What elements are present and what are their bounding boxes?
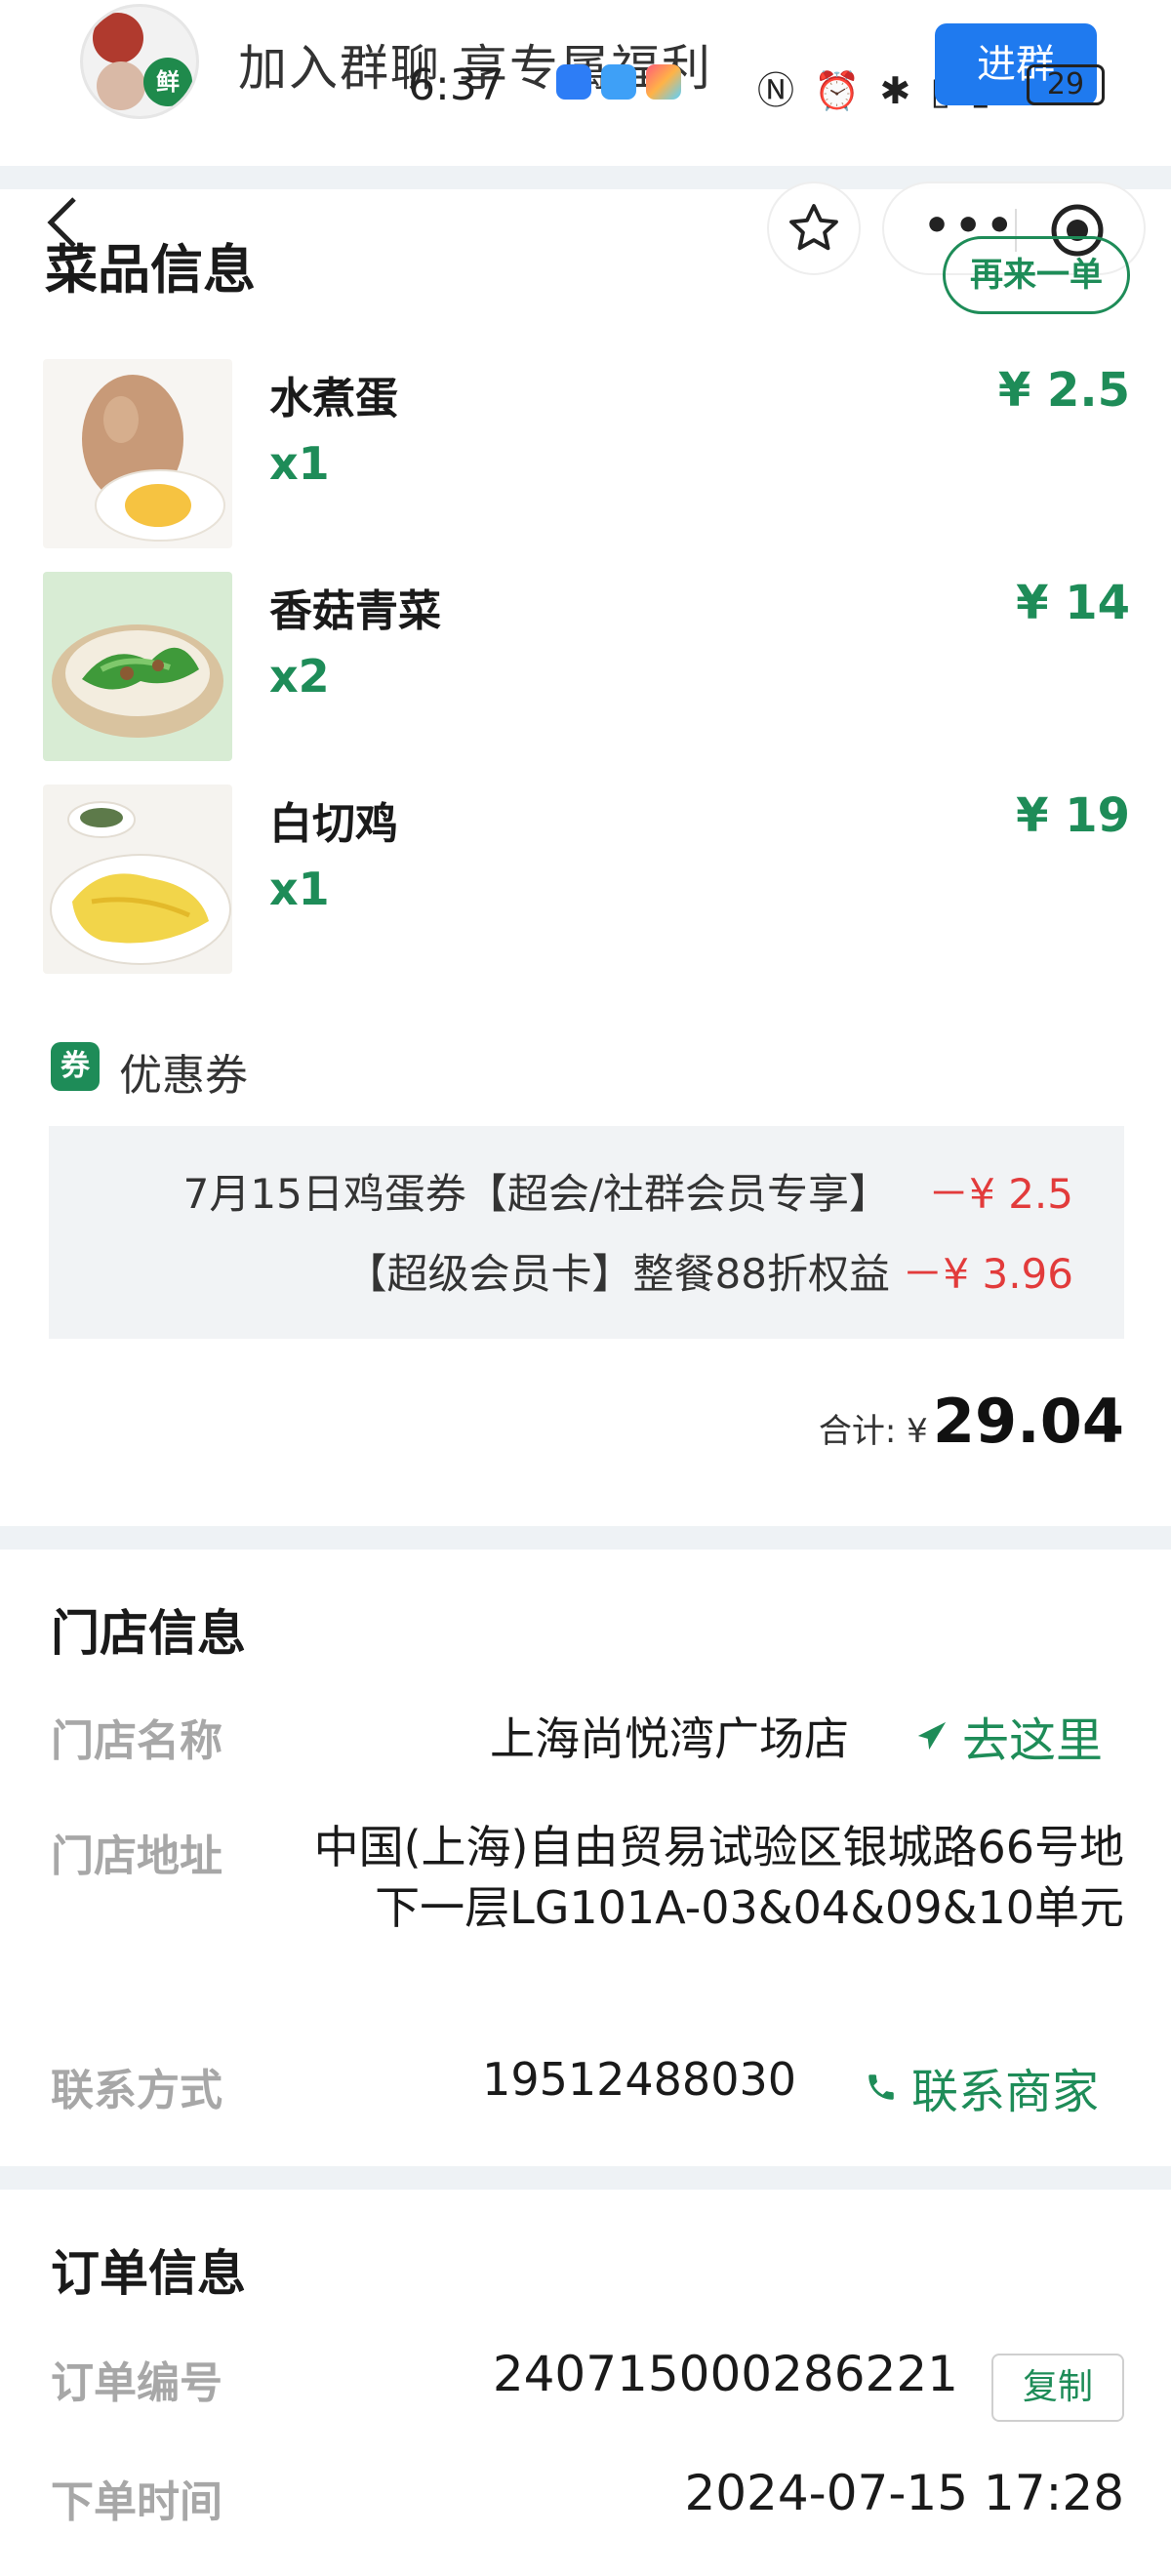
order-time-value: 2024-07-15 17:28	[684, 2465, 1124, 2521]
total-value: 29.04	[932, 1386, 1124, 1457]
store-address-label: 门店地址	[51, 1831, 222, 1881]
dish-price: ¥ 2.5	[997, 363, 1130, 418]
colorful-app-icon	[646, 64, 681, 100]
dish-image-white-cut-chicken	[43, 785, 232, 974]
contact-label: 联系方式	[51, 2066, 222, 2115]
order-section-title: 订单信息	[51, 2245, 246, 2302]
coupon-icon: 券	[51, 1042, 100, 1091]
navigate-button[interactable]: 去这里	[915, 1702, 1103, 1770]
dish-image-mushroom-greens	[43, 572, 232, 761]
dish-price: ¥ 19	[1016, 788, 1130, 843]
dish-item: 白切鸡 x1 ¥ 19	[43, 785, 1130, 976]
section-divider	[0, 2166, 1171, 2190]
battery-indicator: 29	[1027, 64, 1105, 105]
order-total: 合计: ¥ 29.04	[819, 1386, 1124, 1457]
dishes-section-title: 菜品信息	[45, 239, 256, 301]
group-join-banner[interactable]: 鲜 加入群聊 享专属福利 6:37 Ⓝ ⏰ ✱ ▯ ▮ 进群 29	[0, 0, 1171, 166]
dish-quantity: x2	[269, 650, 330, 703]
order-number-label: 订单编号	[51, 2358, 222, 2408]
copy-order-number-button[interactable]: 复制	[991, 2354, 1124, 2422]
chat-app-icon	[556, 64, 591, 100]
coupon-row: 7月15日鸡蛋券【超会/社群会员专享】 －¥ 2.5	[49, 1161, 1124, 1220]
navigate-label: 去这里	[962, 1713, 1104, 1768]
contact-merchant-label: 联系商家	[911, 2065, 1100, 2119]
store-name-value: 上海尚悦湾广场店	[490, 1712, 849, 1765]
status-app-icons	[556, 64, 681, 100]
dish-item: 香菇青菜 x2 ¥ 14	[43, 572, 1130, 763]
order-time-label: 下单时间	[51, 2477, 222, 2527]
store-address-value: 中国(上海)自由贸易试验区银城路66号地下一层LG101A-03&04&09&1…	[313, 1821, 1124, 1934]
store-section-title: 门店信息	[51, 1605, 246, 1662]
coupon-amount: －¥ 3.96	[902, 1250, 1073, 1298]
coupon-row: 【超级会员卡】整餐88折权益 －¥ 3.96	[49, 1241, 1124, 1300]
order-number-value: 240715000286221	[492, 2346, 958, 2402]
favorite-button[interactable]	[767, 181, 861, 275]
section-divider	[0, 1526, 1171, 1550]
dish-quantity: x1	[269, 437, 330, 490]
navigation-arrow-icon	[917, 1721, 947, 1751]
weather-app-icon	[601, 64, 636, 100]
dish-name: 水煮蛋	[269, 374, 398, 423]
contact-merchant-button[interactable]: 联系商家	[865, 2053, 1099, 2121]
contact-phone-value: 19512488030	[482, 2053, 796, 2106]
total-label: 合计: ¥	[818, 1412, 928, 1451]
reorder-button[interactable]: 再来一单	[943, 236, 1130, 314]
phone-icon	[868, 2074, 894, 2100]
star-icon	[789, 204, 838, 251]
dish-name: 香菇青菜	[269, 586, 441, 636]
group-avatar: 鲜	[80, 4, 199, 119]
coupon-label: 优惠券	[119, 1051, 248, 1101]
dish-item: 水煮蛋 x1 ¥ 2.5	[43, 359, 1130, 550]
dish-image-boiled-egg	[43, 359, 232, 548]
dish-name: 白切鸡	[269, 799, 398, 849]
coupon-name: 【超级会员卡】整餐88折权益	[345, 1250, 890, 1298]
status-time: 6:37	[408, 60, 505, 110]
store-name-label: 门店名称	[51, 1716, 222, 1766]
dish-price: ¥ 14	[1016, 576, 1130, 630]
dish-quantity: x1	[269, 863, 330, 915]
coupon-amount: －¥ 2.5	[928, 1170, 1073, 1218]
coupon-list: 7月15日鸡蛋券【超会/社群会员专享】 －¥ 2.5 【超级会员卡】整餐88折权…	[49, 1126, 1124, 1339]
coupon-name: 7月15日鸡蛋券【超会/社群会员专享】	[182, 1170, 890, 1218]
